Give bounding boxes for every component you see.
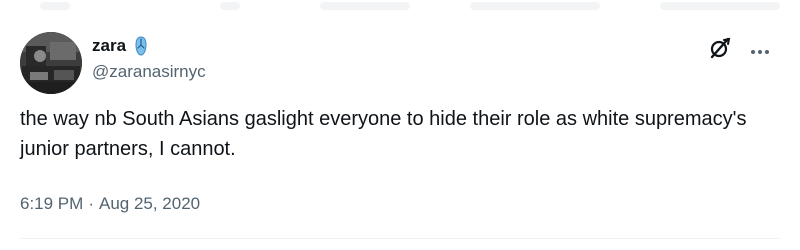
avatar[interactable]: [20, 32, 82, 94]
tweet-text: the way nb South Asians gaslight everyon…: [20, 108, 747, 160]
tweet-header: zara @zaranasirnyc: [92, 34, 206, 82]
meta-separator: ·: [88, 194, 94, 213]
previous-tweet-remnant: [0, 0, 800, 12]
tweet-time[interactable]: 6:19 PM: [20, 194, 83, 214]
avatar-image: [20, 32, 82, 94]
divider: [20, 238, 780, 239]
more-options-icon[interactable]: [750, 42, 770, 60]
flip-flop-icon: [134, 36, 148, 56]
grok-icon[interactable]: [708, 36, 732, 65]
tweet-actions: [708, 36, 770, 65]
tweet-date[interactable]: Aug 25, 2020: [99, 194, 200, 214]
display-name[interactable]: zara: [92, 36, 126, 56]
user-handle[interactable]: @zaranasirnyc: [92, 62, 206, 82]
name-row: zara: [92, 34, 206, 58]
tweet-card: zara @zaranasirnyc the way nb South Asia…: [0, 0, 800, 250]
tweet-timestamp[interactable]: 6:19 PM · Aug 25, 2020: [20, 194, 200, 214]
